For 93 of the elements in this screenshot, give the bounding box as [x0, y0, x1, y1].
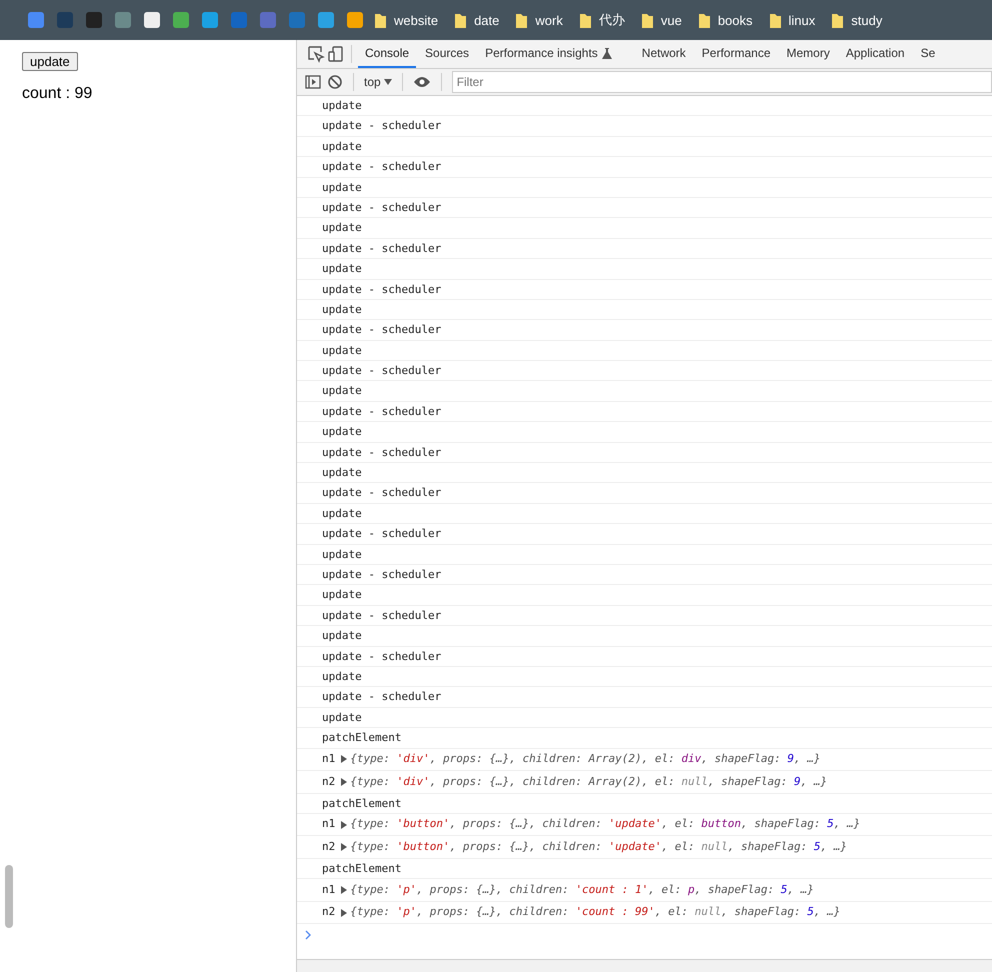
console-label: n1 — [322, 882, 336, 898]
console-message: update - scheduler — [297, 116, 992, 137]
console-label: n2 — [322, 838, 336, 855]
console-message: update - scheduler — [297, 442, 992, 464]
console-message: update - scheduler — [297, 361, 992, 382]
console-label: n1 — [322, 751, 336, 767]
console-message: patchElement — [297, 794, 992, 814]
expand-triangle-icon[interactable] — [341, 886, 348, 894]
console-label: n2 — [322, 774, 336, 790]
console-message: update — [297, 422, 992, 443]
bookmark-folder[interactable]: books — [698, 12, 753, 28]
console-message: update - scheduler — [297, 564, 992, 586]
console-message: patchElement — [297, 858, 992, 880]
console-message: update - scheduler — [297, 198, 992, 218]
object-preview[interactable]: {type: 'p', props: {…}, children: 'count : 99', el: null, shapeFlag: 5, …} — [350, 901, 840, 924]
console-message: update — [297, 463, 992, 484]
bookmark-folder[interactable]: website — [375, 12, 438, 28]
caret-icon — [384, 79, 392, 85]
console-message: update — [297, 300, 992, 320]
object-preview[interactable]: {type: 'p', props: {…}, children: 'count : 1', el: p, shapeFlag: 5, …} — [350, 878, 814, 902]
bookmark-site-icon[interactable] — [144, 12, 160, 28]
console-message: update — [297, 708, 992, 728]
bookmark-folder[interactable]: 代办 — [580, 11, 625, 29]
console-label: n2 — [322, 904, 336, 920]
devtools-tab[interactable]: Performance — [694, 40, 778, 68]
folder-icon — [832, 12, 844, 28]
console-message: update — [297, 666, 992, 688]
devtools-tab[interactable]: Application — [838, 40, 912, 68]
console-message: update — [297, 136, 992, 158]
prompt-chevron-icon[interactable] — [305, 930, 312, 940]
console-message: update — [297, 259, 992, 280]
console-message: update - scheduler — [297, 687, 992, 708]
console-message: update — [297, 218, 992, 239]
bookmark-site-icon[interactable] — [173, 12, 189, 28]
bookmark-site-icon[interactable] — [28, 12, 44, 28]
console-message: update — [297, 340, 992, 362]
bookmark-folder[interactable]: linux — [770, 12, 816, 28]
scrollbar-thumb[interactable] — [5, 865, 13, 928]
console-message: update — [297, 504, 992, 524]
folder-icon — [642, 12, 653, 28]
folder-icon — [770, 12, 781, 28]
bookmark-site-icon[interactable] — [347, 12, 363, 28]
bookmark-folder[interactable]: vue — [642, 12, 682, 28]
bookmark-folder[interactable]: work — [516, 12, 563, 28]
folder-icon — [455, 12, 466, 28]
console-message: update — [297, 544, 992, 565]
expand-triangle-icon[interactable] — [341, 908, 348, 917]
object-preview[interactable]: {type: 'div', props: {…}, children: Array(2), el: null, shapeFlag: 9, …} — [350, 770, 828, 793]
bookmark-folder[interactable]: study — [832, 12, 882, 28]
expand-triangle-icon[interactable] — [341, 778, 348, 786]
console-message: update — [297, 96, 992, 116]
devtools-tab[interactable]: Se — [914, 40, 942, 68]
update-button[interactable]: update — [22, 52, 78, 71]
count-text: count : 99 — [22, 85, 94, 103]
folder-icon — [516, 12, 528, 28]
expand-triangle-icon[interactable] — [341, 755, 348, 764]
console-message: update - scheduler — [297, 524, 992, 545]
devtools-tab[interactable]: Memory — [780, 40, 837, 68]
devtools-tab[interactable]: Network — [634, 40, 693, 68]
console-message: update - scheduler — [297, 157, 992, 178]
console-message: update - scheduler — [297, 238, 992, 260]
device-toolbar-icon[interactable] — [327, 45, 345, 63]
console-message: update - scheduler — [297, 280, 992, 300]
object-preview[interactable]: {type: 'div', props: {…}, children: Array(2), el: div, shapeFlag: 9, …} — [350, 748, 820, 770]
console-message: update - scheduler — [297, 483, 992, 504]
devtools-tab[interactable]: Performance insights — [478, 40, 633, 68]
bookmark-site-icon[interactable] — [318, 12, 334, 28]
console-message: update - scheduler — [297, 606, 992, 626]
console-message: update — [297, 381, 992, 402]
eye-icon[interactable] — [412, 76, 431, 88]
object-preview[interactable]: {type: 'button', props: {…}, children: 'update', el: null, shapeFlag: 5, …} — [350, 836, 847, 858]
expand-triangle-icon[interactable] — [341, 843, 348, 852]
console-message: patchElement — [297, 728, 992, 748]
console-message: update — [297, 585, 992, 606]
devtools-tab[interactable]: Sources — [418, 40, 476, 68]
console-message: update — [297, 178, 992, 198]
expand-triangle-icon[interactable] — [341, 820, 348, 829]
console-message: update - scheduler — [297, 646, 992, 667]
folder-icon — [375, 12, 386, 28]
bookmark-site-icon[interactable] — [202, 12, 218, 28]
console-label: n1 — [322, 816, 336, 832]
folder-icon — [580, 12, 591, 28]
filter-field[interactable]: Filter — [452, 71, 992, 93]
console-message: update - scheduler — [297, 320, 992, 341]
object-preview[interactable]: {type: 'button', props: {…}, children: 'update', el: button, shapeFlag: 5, …} — [350, 813, 860, 836]
clear-console-icon[interactable] — [327, 74, 343, 90]
inspect-element-icon[interactable] — [307, 45, 325, 63]
console-message: update — [297, 626, 992, 647]
sidebar-toggle-icon[interactable] — [305, 74, 321, 90]
folder-icon — [698, 12, 710, 28]
console-message: update - scheduler — [297, 402, 992, 422]
bookmark-folder[interactable]: date — [455, 12, 500, 28]
context-dropdown[interactable]: top — [364, 75, 392, 89]
